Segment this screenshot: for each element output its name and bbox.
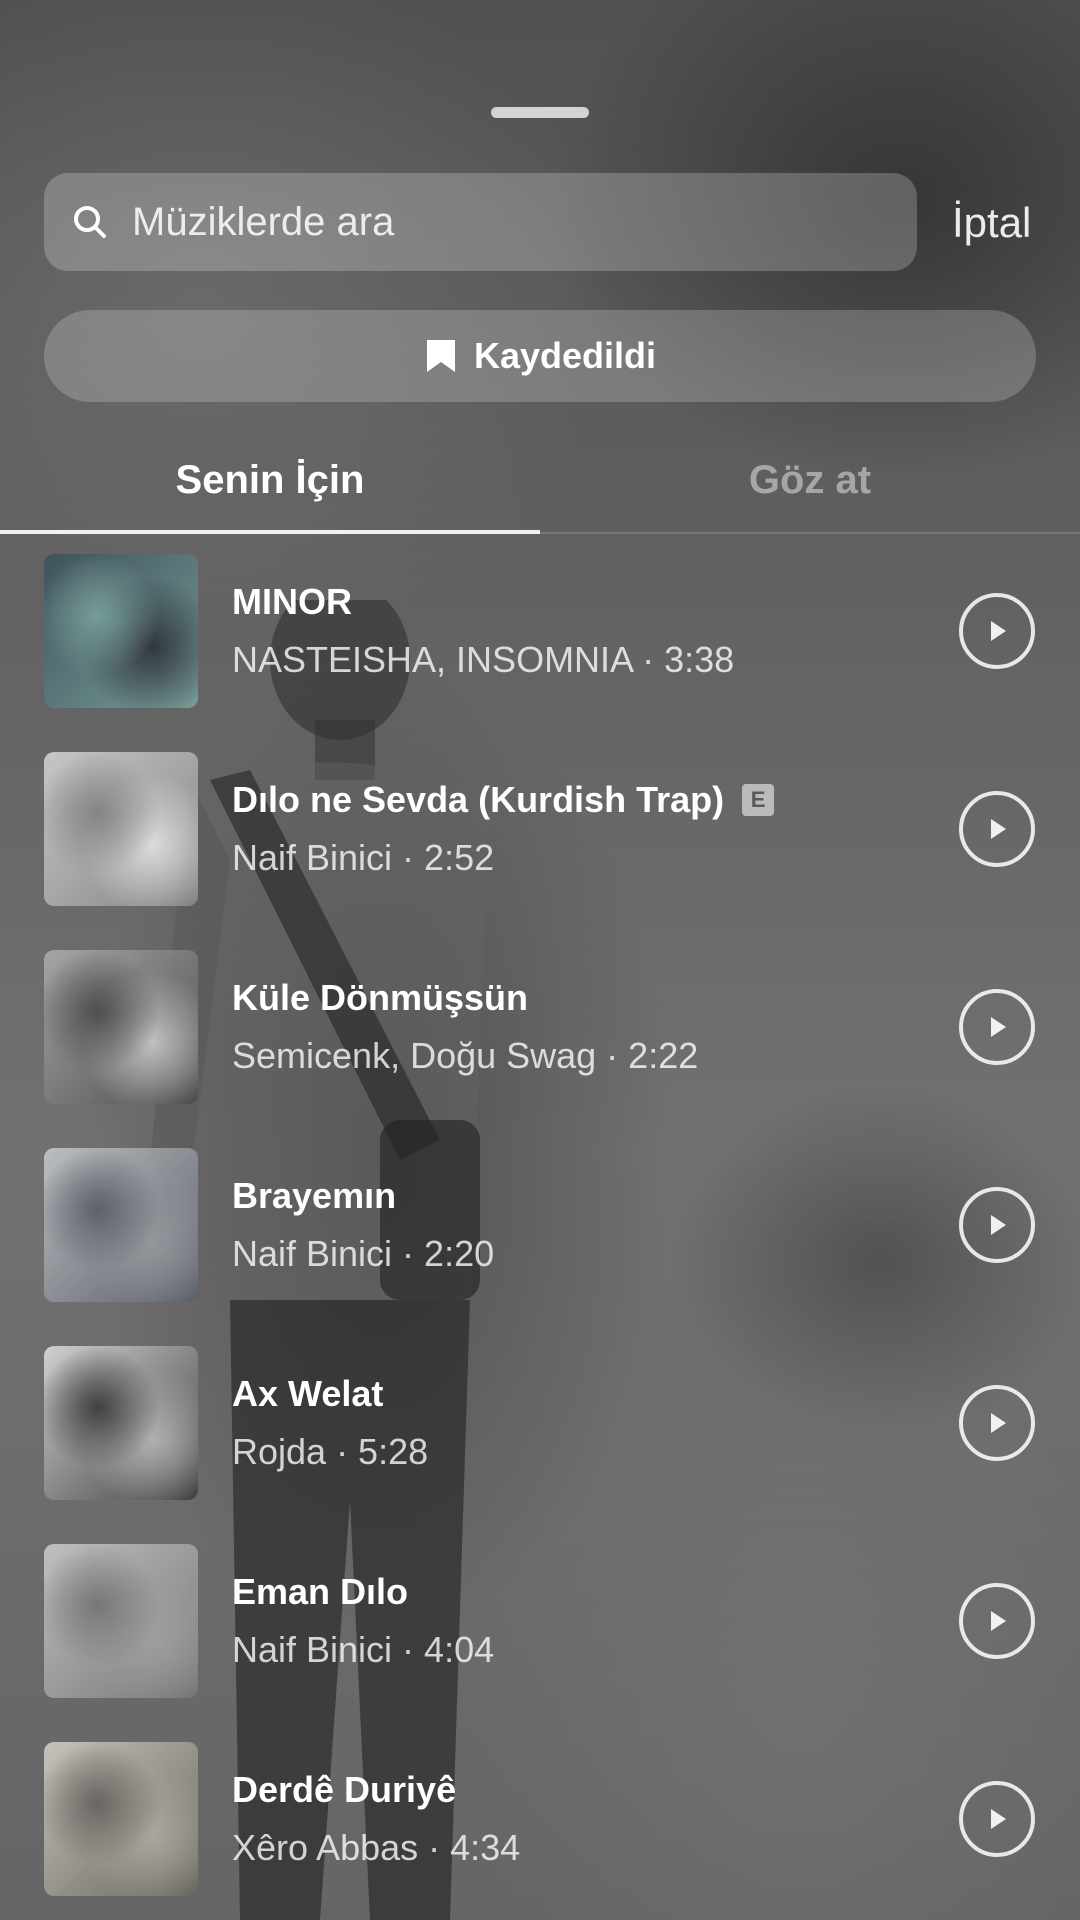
- track-subtitle: Naif Binici · 2:52: [232, 837, 495, 878]
- tab-bar: Senin İçin Göz at: [0, 428, 1080, 534]
- tab-browse[interactable]: Göz at: [540, 428, 1080, 532]
- track-title: Dılo ne Sevda (Kurdish Trap) E: [232, 779, 775, 821]
- track-row[interactable]: MINOR NASTEISHA, INSOMNIA · 3:38: [0, 545, 1080, 743]
- track-row[interactable]: Derdê Duriyê Xêro Abbas · 4:34: [0, 1733, 1080, 1920]
- bookmark-icon: [424, 338, 458, 374]
- tab-for-you[interactable]: Senin İçin: [0, 428, 540, 532]
- album-cover: [44, 1148, 198, 1302]
- track-title: Küle Dönmüşsün: [232, 977, 529, 1018]
- cancel-button[interactable]: İptal: [952, 195, 1031, 251]
- track-title: Derdê Duriyê: [232, 1769, 457, 1810]
- track-title: Eman Dılo: [232, 1571, 409, 1612]
- play-button[interactable]: [959, 791, 1035, 867]
- drag-handle[interactable]: [491, 107, 589, 118]
- play-button[interactable]: [959, 1385, 1035, 1461]
- album-cover: [44, 1346, 198, 1500]
- play-icon: [991, 621, 1006, 641]
- track-subtitle: Semicenk, Doğu Swag · 2:22: [232, 1035, 699, 1076]
- play-button[interactable]: [959, 1583, 1035, 1659]
- track-title: Brayemın: [232, 1175, 397, 1216]
- album-cover: [44, 554, 198, 708]
- search-input[interactable]: [132, 177, 892, 267]
- track-list: MINOR NASTEISHA, INSOMNIA · 3:38 Dılo ne…: [0, 545, 1080, 1920]
- play-icon: [991, 1611, 1006, 1631]
- album-cover: [44, 1742, 198, 1896]
- explicit-badge: E: [742, 784, 775, 816]
- play-icon: [991, 1809, 1006, 1829]
- search-bar[interactable]: [44, 173, 917, 271]
- track-title: MINOR: [232, 581, 352, 622]
- play-button[interactable]: [959, 1187, 1035, 1263]
- saved-button[interactable]: Kaydedildi: [44, 310, 1036, 402]
- play-icon: [991, 819, 1006, 839]
- track-row[interactable]: Brayemın Naif Binici · 2:20: [0, 1139, 1080, 1337]
- track-row[interactable]: Dılo ne Sevda (Kurdish Trap) E Naif Binic…: [0, 743, 1080, 941]
- play-button[interactable]: [959, 1781, 1035, 1857]
- track-subtitle: Rojda · 5:28: [232, 1431, 429, 1472]
- active-tab-indicator: [0, 530, 540, 534]
- tab-divider: [540, 532, 1080, 534]
- track-row[interactable]: Küle Dönmüşsün Semicenk, Doğu Swag · 2:2…: [0, 941, 1080, 1139]
- album-cover: [44, 752, 198, 906]
- track-subtitle: Naif Binici · 2:20: [232, 1233, 495, 1274]
- track-title: Ax Welat: [232, 1373, 384, 1414]
- album-cover: [44, 950, 198, 1104]
- search-icon: [68, 200, 112, 244]
- album-cover: [44, 1544, 198, 1698]
- play-icon: [991, 1413, 1006, 1433]
- play-icon: [991, 1215, 1006, 1235]
- play-button[interactable]: [959, 989, 1035, 1065]
- play-icon: [991, 1017, 1006, 1037]
- track-subtitle: NASTEISHA, INSOMNIA · 3:38: [232, 639, 735, 680]
- track-row[interactable]: Ax Welat Rojda · 5:28: [0, 1337, 1080, 1535]
- track-subtitle: Xêro Abbas · 4:34: [232, 1827, 521, 1868]
- play-button[interactable]: [959, 593, 1035, 669]
- track-row[interactable]: Eman Dılo Naif Binici · 4:04: [0, 1535, 1080, 1733]
- saved-button-label: Kaydedildi: [473, 335, 657, 376]
- track-subtitle: Naif Binici · 4:04: [232, 1629, 495, 1670]
